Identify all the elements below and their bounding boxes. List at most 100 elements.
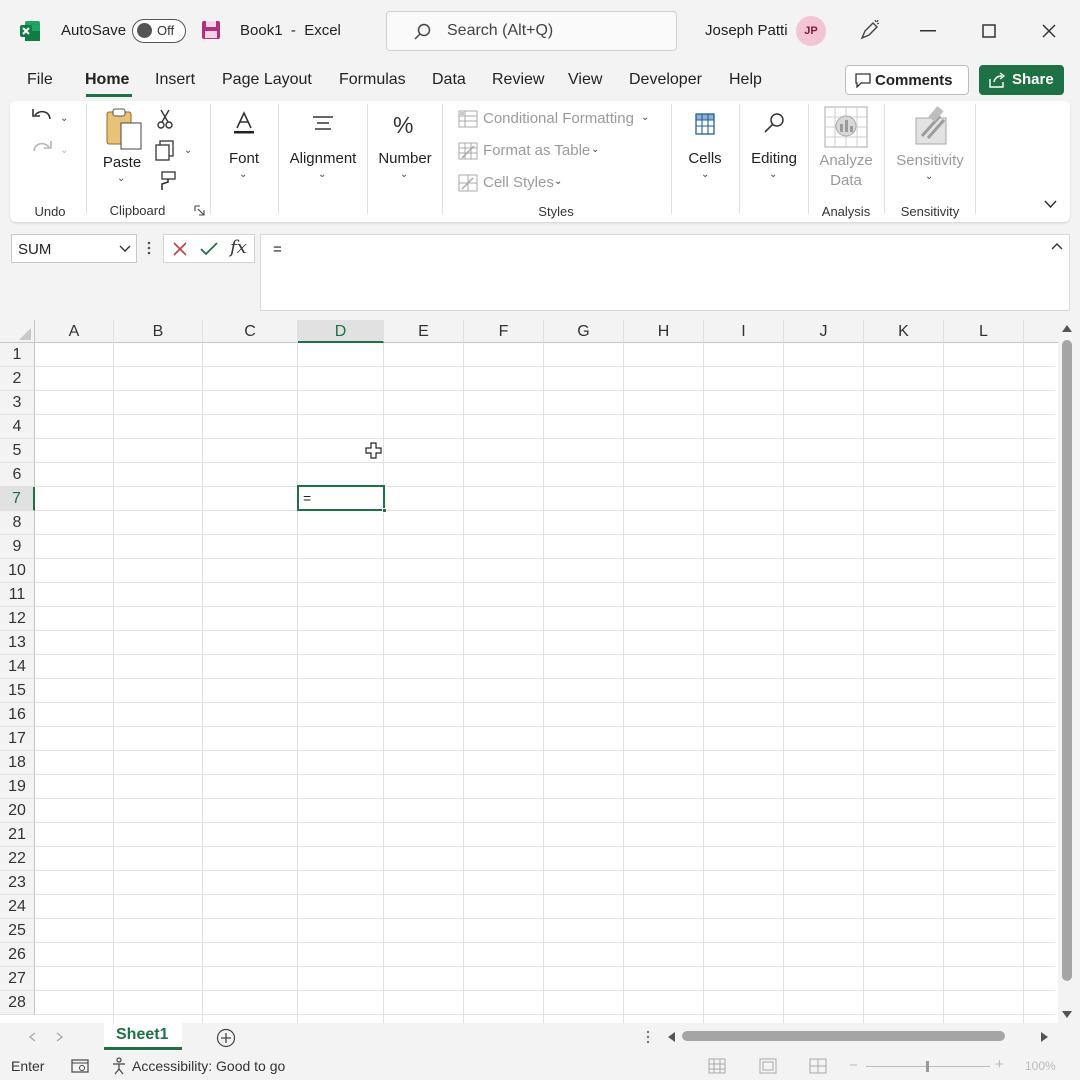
row-header-12[interactable]: 12 [0, 607, 35, 631]
format-painter-icon[interactable] [156, 171, 176, 191]
column-header-g[interactable]: G [544, 320, 624, 343]
dialog-launcher-icon[interactable] [194, 205, 205, 216]
scroll-right-arrow-icon[interactable] [1040, 1031, 1049, 1043]
row-header-9[interactable]: 9 [0, 535, 35, 559]
alignment-chevron-icon[interactable]: ⌄ [318, 169, 326, 180]
row-header-24[interactable]: 24 [0, 895, 35, 919]
scroll-up-arrow-icon[interactable] [1061, 324, 1073, 333]
paste-icon[interactable] [104, 107, 144, 151]
comments-button[interactable]: Comments [845, 65, 969, 95]
select-all-corner[interactable] [0, 320, 35, 343]
accessibility-status[interactable]: Accessibility: Good to go [132, 1058, 285, 1074]
zoom-level[interactable]: 100% [1025, 1059, 1056, 1073]
row-header-5[interactable]: 5 [0, 439, 35, 463]
row-header-25[interactable]: 25 [0, 919, 35, 943]
column-header-l[interactable]: L [944, 320, 1024, 343]
menu-page-layout[interactable]: Page Layout [222, 71, 312, 89]
zoom-in-icon[interactable]: + [995, 1056, 1004, 1073]
row-header-14[interactable]: 14 [0, 655, 35, 679]
copy-dropdown-chevron-icon[interactable]: ⌄ [184, 145, 192, 156]
row-header-23[interactable]: 23 [0, 871, 35, 895]
font-icon[interactable] [232, 111, 256, 135]
row-header-6[interactable]: 6 [0, 463, 35, 487]
enter-checkmark-icon[interactable] [200, 241, 218, 257]
macro-recording-icon[interactable] [71, 1058, 89, 1074]
font-label[interactable]: Font [216, 150, 272, 167]
previous-sheet-arrow-icon[interactable] [28, 1032, 36, 1042]
undo-dropdown-chevron-icon[interactable]: ⌄ [60, 113, 68, 124]
ribbon-collapse-chevron-icon[interactable] [1044, 200, 1057, 209]
paste-chevron-icon[interactable]: ⌄ [117, 173, 125, 184]
row-header-21[interactable]: 21 [0, 823, 35, 847]
next-sheet-arrow-icon[interactable] [56, 1032, 64, 1042]
column-header-f[interactable]: F [464, 320, 544, 343]
row-header-7[interactable]: 7 [0, 487, 35, 511]
menu-file[interactable]: File [27, 71, 53, 89]
minimize-icon[interactable] [920, 30, 936, 32]
scroll-left-arrow-icon[interactable] [667, 1031, 676, 1043]
row-header-26[interactable]: 26 [0, 943, 35, 967]
excel-logo-icon[interactable] [19, 20, 41, 42]
row-header-15[interactable]: 15 [0, 679, 35, 703]
copy-icon[interactable] [154, 140, 176, 162]
row-header-27[interactable]: 27 [0, 967, 35, 991]
normal-view-icon[interactable] [708, 1058, 726, 1074]
accessibility-icon[interactable] [111, 1057, 129, 1075]
avatar[interactable]: JP [796, 16, 826, 46]
column-header-b[interactable]: B [114, 320, 203, 343]
editing-label[interactable]: Editing [744, 150, 804, 167]
menu-home[interactable]: Home [85, 71, 129, 89]
row-header-16[interactable]: 16 [0, 703, 35, 727]
row-header-28[interactable]: 28 [0, 991, 35, 1015]
row-header-2[interactable]: 2 [0, 367, 35, 391]
formula-input[interactable]: = [260, 234, 1070, 311]
page-layout-view-icon[interactable] [759, 1058, 777, 1074]
row-header-22[interactable]: 22 [0, 847, 35, 871]
number-label[interactable]: Number [372, 150, 438, 167]
row-header-3[interactable]: 3 [0, 391, 35, 415]
formula-bar-drag-handle-icon[interactable] [147, 240, 151, 256]
editing-search-icon[interactable] [763, 112, 785, 134]
menu-formulas[interactable]: Formulas [339, 71, 406, 89]
menu-insert[interactable]: Insert [155, 71, 195, 89]
cells-chevron-icon[interactable]: ⌄ [701, 169, 709, 180]
designer-pen-icon[interactable] [859, 19, 881, 41]
scroll-down-arrow-icon[interactable] [1061, 1010, 1073, 1019]
autosave-toggle[interactable]: Off [132, 19, 186, 43]
menu-developer[interactable]: Developer [629, 71, 702, 89]
column-header-h[interactable]: H [624, 320, 704, 343]
editing-chevron-icon[interactable]: ⌄ [769, 169, 777, 180]
save-icon[interactable] [201, 20, 221, 40]
row-header-18[interactable]: 18 [0, 751, 35, 775]
column-header-a[interactable]: A [35, 320, 114, 343]
font-chevron-icon[interactable]: ⌄ [239, 169, 247, 180]
collapse-formula-bar-chevron-icon[interactable] [1051, 242, 1063, 250]
share-button[interactable]: Share [979, 65, 1064, 95]
vertical-scroll-thumb[interactable] [1062, 340, 1072, 981]
column-header-j[interactable]: J [784, 320, 864, 343]
cells-icon[interactable] [694, 112, 716, 136]
menu-review[interactable]: Review [492, 71, 544, 89]
menu-help[interactable]: Help [729, 71, 762, 89]
alignment-icon[interactable] [312, 115, 334, 133]
tab-splitter-handle-icon[interactable] [646, 1030, 650, 1044]
row-header-13[interactable]: 13 [0, 631, 35, 655]
column-header-k[interactable]: K [864, 320, 944, 343]
row-header-17[interactable]: 17 [0, 727, 35, 751]
name-box-chevron-icon[interactable] [119, 245, 131, 253]
column-header-c[interactable]: C [203, 320, 298, 343]
maximize-icon[interactable] [982, 24, 996, 38]
cells-label[interactable]: Cells [680, 150, 730, 167]
search-box[interactable]: Search (Alt+Q) [386, 11, 677, 51]
cut-icon[interactable] [156, 109, 174, 129]
name-box[interactable]: SUM [11, 234, 137, 263]
sheet-tab[interactable]: Sheet1 [104, 1023, 182, 1050]
worksheet-grid[interactable]: ABCDEFGHIJKL 1 2 3 4 5 6 7 8 9 10 11 12 13 14 15 16 17 18… [0, 320, 1060, 1023]
paste-label[interactable]: Paste [100, 154, 144, 171]
fill-handle[interactable] [382, 508, 387, 513]
row-header-19[interactable]: 19 [0, 775, 35, 799]
zoom-slider-thumb[interactable] [926, 1061, 929, 1072]
insert-function-icon[interactable]: fx [230, 237, 247, 258]
number-chevron-icon[interactable]: ⌄ [400, 169, 408, 180]
row-header-10[interactable]: 10 [0, 559, 35, 583]
